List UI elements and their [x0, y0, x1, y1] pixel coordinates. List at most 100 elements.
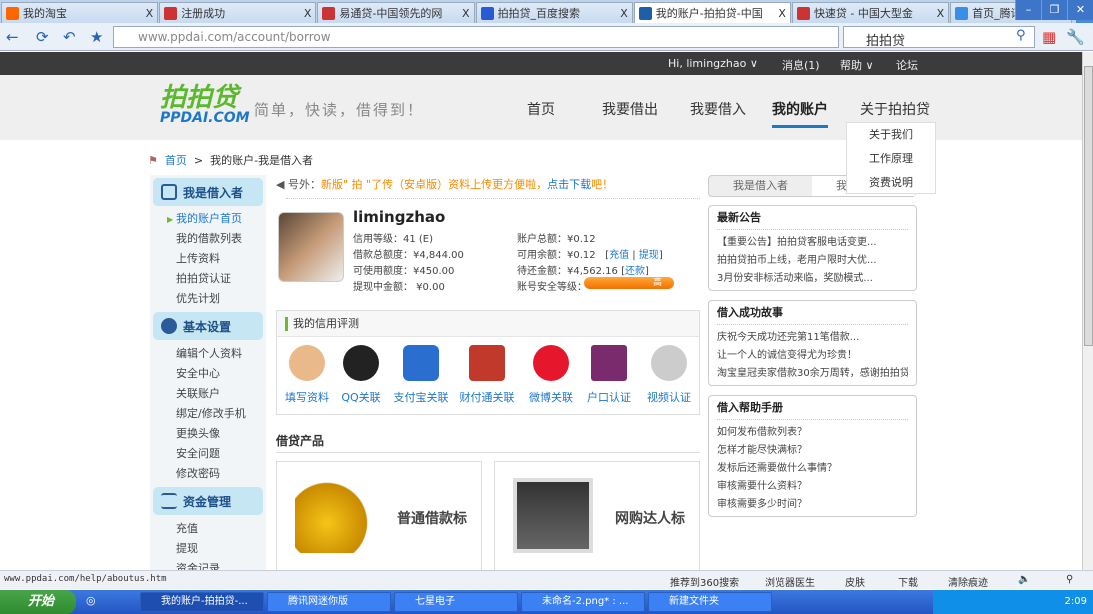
tab-close-icon[interactable]: X [462, 7, 470, 20]
weibo-item[interactable]: 微博关联 [521, 345, 581, 405]
scrollbar-thumb[interactable] [1084, 66, 1093, 346]
sidebar-section-settings[interactable]: 基本设置 [153, 312, 263, 340]
dropdown-item[interactable]: 资费说明 [847, 171, 935, 195]
avatar[interactable] [278, 212, 344, 282]
download-link[interactable]: 点击下载 [547, 178, 591, 191]
tab-close-icon[interactable]: X [778, 7, 786, 20]
video-item[interactable]: 视频认证 [639, 345, 699, 405]
username: limingzhao [353, 208, 446, 226]
repay-link[interactable]: 还款 [625, 266, 645, 277]
sidebar-item[interactable]: 修改密码 [150, 464, 266, 484]
list-item[interactable]: 审核需要什么资料？ [717, 478, 908, 496]
tab-close-icon[interactable]: X [620, 7, 628, 20]
start-button[interactable]: 开始 [0, 590, 76, 614]
sidebar-item[interactable]: 优先计划 [150, 289, 266, 309]
browser-tab[interactable]: 我的淘宝 X [1, 2, 159, 23]
product-online-shopper-loan[interactable]: 网购达人标 [494, 461, 700, 571]
sidebar-item[interactable]: 充值 [150, 519, 266, 539]
sidebar-item[interactable]: 绑定/修改手机 [150, 404, 266, 424]
browser-tab[interactable]: 快速贷 - 中国大型金 X [791, 2, 950, 23]
breadcrumb-home[interactable]: 首页 [165, 154, 187, 167]
favorite-star-icon[interactable]: ★ [90, 28, 103, 46]
taskbar-item[interactable]: 我的账户-拍拍贷-... [140, 592, 264, 612]
back-icon[interactable]: ← [6, 28, 19, 46]
tools-wrench-icon[interactable]: 🔧 [1066, 28, 1085, 46]
tab-title: 注册成功 [181, 7, 226, 20]
browser-tab[interactable]: 注册成功 X [159, 2, 317, 23]
alipay-item[interactable]: 支付宝关联 [391, 345, 451, 405]
hukou-item[interactable]: 户口认证 [579, 345, 639, 405]
tab-title: 快速贷 - 中国大型金 [813, 7, 913, 20]
minimize-button[interactable]: – [1015, 0, 1041, 20]
taskbar-item[interactable]: 未命名-2.png* : ... [521, 592, 645, 612]
clear-history-button[interactable]: 清除痕迹 [948, 574, 988, 589]
list-item[interactable]: 淘宝皇冠卖家借款30余万周转，感谢拍拍贷！ [717, 365, 908, 383]
list-item[interactable]: 如何发布借款列表？ [717, 424, 908, 442]
nav-my-account[interactable]: 我的账户 [772, 99, 828, 128]
taskbar-item[interactable]: 新建文件夹 [648, 592, 772, 612]
sidebar-item[interactable]: 编辑个人资料 [150, 344, 266, 364]
vertical-scrollbar[interactable] [1082, 52, 1093, 570]
tab-close-icon[interactable]: X [304, 7, 312, 20]
tab-close-icon[interactable]: X [146, 7, 154, 20]
forum-link[interactable]: 论坛 [896, 57, 918, 73]
sidebar-item[interactable]: 上传资料 [150, 249, 266, 269]
ie-icon[interactable]: ◎ [86, 594, 96, 607]
list-item[interactable]: 怎样才能尽快满标？ [717, 442, 908, 460]
tab-close-icon[interactable]: X [937, 7, 945, 20]
messages-link[interactable]: 消息(1) [782, 57, 820, 73]
list-item[interactable]: 拍拍贷拍币上线，老用户限时大优... [717, 252, 908, 270]
list-item[interactable]: 庆祝今天成功还完第11笔借款... [717, 329, 908, 347]
refresh-icon[interactable]: ⟳ [36, 28, 49, 46]
qq-item[interactable]: QQ关联 [331, 345, 391, 405]
nav-home[interactable]: 首页 [527, 99, 555, 125]
tab-title: 我的淘宝 [23, 7, 67, 20]
list-item[interactable]: 审核需要多少时间？ [717, 496, 908, 514]
browser-doctor-button[interactable]: 浏览器医生 [765, 574, 815, 589]
user-menu[interactable]: Hi, limingzhao ∨ [668, 57, 758, 70]
zoom-icon[interactable]: ⚲ [1066, 574, 1073, 585]
help-manual-box: 借入帮助手册 如何发布借款列表？ 怎样才能尽快满标？ 发标后还需要做什么事情？ … [708, 395, 917, 517]
sidebar-item[interactable]: 我的借款列表 [150, 229, 266, 249]
browser-tab[interactable]: 易通贷-中国领先的网 X [317, 2, 475, 23]
fill-profile-item[interactable]: 填写资料 [277, 345, 337, 405]
withdraw-link[interactable]: 提现 [639, 250, 659, 261]
list-item[interactable]: 【重要公告】拍拍贷客服电话变更... [717, 234, 908, 252]
dropdown-item[interactable]: 关于我们 [847, 123, 935, 147]
sidebar-section-funds[interactable]: 资金管理 [153, 487, 263, 515]
search-icon[interactable]: ⚲ [1016, 28, 1026, 43]
ppdai-logo[interactable]: 拍拍贷 PPDAI.COM [160, 85, 250, 125]
list-item[interactable]: 发标后还需要做什么事情？ [717, 460, 908, 478]
restore-button[interactable]: ❐ [1041, 0, 1067, 20]
help-menu[interactable]: 帮助 ∨ [840, 57, 874, 73]
sidebar-item[interactable]: 提现 [150, 539, 266, 559]
sidebar-item[interactable]: 安全问题 [150, 444, 266, 464]
sidebar-item[interactable]: 安全中心 [150, 364, 266, 384]
recommend-360-button[interactable]: 推荐到360搜索 [670, 574, 739, 589]
list-item[interactable]: 让一个人的诚信变得尤为珍贵！ [717, 347, 908, 365]
taskbar-item[interactable]: 腾讯网迷你版 [267, 592, 391, 612]
dropdown-item[interactable]: 工作原理 [847, 147, 935, 171]
browser-tab-active[interactable]: 我的账户-拍拍贷-中国 X [633, 2, 791, 23]
tenpay-item[interactable]: 财付通关联 [457, 345, 517, 405]
sidebar-item[interactable]: 关联账户 [150, 384, 266, 404]
product-standard-loan[interactable]: 普通借款标 [276, 461, 482, 571]
download-button[interactable]: 下载 [898, 574, 918, 589]
close-window-button[interactable]: ✕ [1067, 0, 1093, 20]
sidebar-item[interactable]: 拍拍贷认证 [150, 269, 266, 289]
undo-icon[interactable]: ↶ [63, 28, 76, 46]
volume-icon[interactable]: 🔈 [1018, 574, 1030, 585]
tab-borrower[interactable]: 我是借入者 [709, 176, 812, 196]
search-input[interactable]: 拍拍贷 [843, 26, 1035, 49]
address-bar[interactable]: www.ppdai.com/account/borrow [113, 26, 839, 48]
sidebar-section-borrower[interactable]: 我是借入者 [153, 178, 263, 206]
taskbar-item[interactable]: 七星电子 [394, 592, 518, 612]
sidebar-item[interactable]: 更换头像 [150, 424, 266, 444]
apps-icon[interactable]: ▦ [1042, 28, 1056, 46]
browser-tab[interactable]: 拍拍贷_百度搜索 X [475, 2, 633, 23]
recharge-link[interactable]: 充值 [609, 250, 629, 261]
skin-button[interactable]: 皮肤 [845, 574, 865, 589]
nav-borrow[interactable]: 我要借入 [690, 99, 746, 125]
nav-lend[interactable]: 我要借出 [602, 99, 658, 125]
list-item[interactable]: 3月份安非标活动来临，奖励模式... [717, 270, 908, 288]
